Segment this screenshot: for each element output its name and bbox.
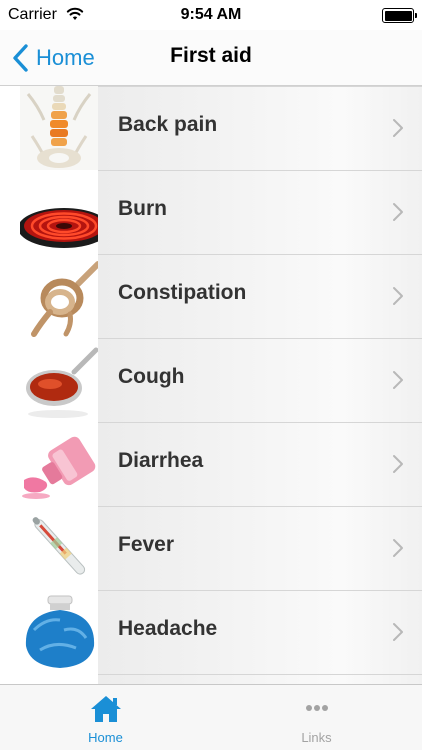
- list-item-back-pain[interactable]: Back pain: [0, 86, 422, 170]
- list-item-label: Burn: [118, 197, 167, 220]
- list-item-label: Fever: [118, 533, 175, 556]
- chevron-right-icon: [393, 203, 403, 221]
- spine-icon: [20, 86, 98, 170]
- list-item-body: Fever: [98, 506, 422, 590]
- home-icon: [90, 696, 121, 722]
- page-title: First aid: [170, 44, 252, 67]
- battery-icon: [382, 8, 417, 23]
- navigation-bar: Home First aid: [0, 30, 422, 86]
- list-item-body: Burn: [98, 170, 422, 254]
- list-item-label: Diarrhea: [118, 449, 204, 472]
- status-bar: Carrier 9:54 AM: [0, 0, 422, 30]
- tab-home-label: Home: [88, 730, 123, 745]
- list-item-body: Cough: [98, 338, 422, 422]
- list-item-diarrhea[interactable]: Diarrhea: [0, 422, 422, 506]
- tab-links-label: Links: [301, 730, 332, 745]
- thermometer-icon: [20, 506, 98, 590]
- tab-home[interactable]: Home: [0, 685, 211, 750]
- list-item-label: Back pain: [118, 113, 218, 136]
- thumbnail-image: [20, 674, 98, 684]
- chevron-right-icon: [393, 539, 403, 557]
- list-item-burn[interactable]: Burn: [0, 170, 422, 254]
- list-item-partial[interactable]: [0, 674, 422, 684]
- list-item-constipation[interactable]: Constipation: [0, 254, 422, 338]
- list-item-fever[interactable]: Fever: [0, 506, 422, 590]
- tab-bar: Home Links: [0, 684, 422, 750]
- chevron-right-icon: [393, 455, 403, 473]
- list-item-body: Headache: [98, 590, 422, 674]
- chevron-right-icon: [393, 623, 403, 641]
- list-item-headache[interactable]: Headache: [0, 590, 422, 674]
- list-item-body: Diarrhea: [98, 422, 422, 506]
- knotted-rope-icon: [20, 254, 98, 338]
- clock: 9:54 AM: [180, 6, 242, 23]
- tab-links[interactable]: Links: [211, 685, 422, 750]
- list-item-label: Cough: [118, 365, 185, 388]
- list-item-body: [98, 674, 422, 684]
- list-item-cough[interactable]: Cough: [0, 338, 422, 422]
- syrup-spoon-icon: [20, 338, 98, 422]
- hot-stove-icon: [20, 170, 98, 254]
- list-item-label: Headache: [118, 617, 218, 640]
- list-item-label: Constipation: [118, 281, 247, 304]
- ice-bag-icon: [20, 590, 98, 674]
- chevron-right-icon: [393, 287, 403, 305]
- first-aid-list: Back pain Burn Constipation Cough Diarrh…: [0, 86, 422, 684]
- list-item-body: Constipation: [98, 254, 422, 338]
- more-icon: [305, 705, 328, 711]
- list-item-body: Back pain: [98, 86, 422, 170]
- chevron-right-icon: [393, 371, 403, 389]
- medicine-bottle-icon: [20, 422, 98, 506]
- chevron-right-icon: [393, 119, 403, 137]
